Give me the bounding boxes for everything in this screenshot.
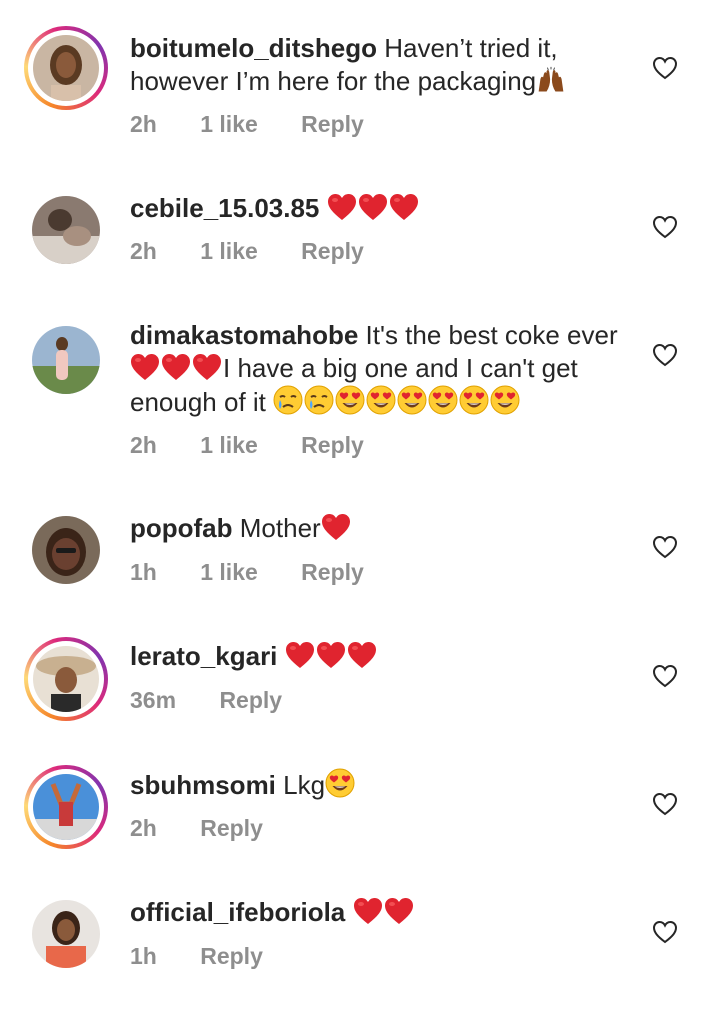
crying-face-emoji <box>304 385 334 415</box>
comment-time: 1h <box>130 943 157 969</box>
avatar-image <box>32 326 100 394</box>
avatar[interactable] <box>24 188 108 272</box>
avatar-image <box>32 516 100 584</box>
comment-time: 2h <box>130 111 157 137</box>
comment-time: 36m <box>130 687 177 713</box>
heart-eyes-emoji <box>428 385 458 415</box>
reply-button[interactable]: Reply <box>200 815 263 841</box>
avatar[interactable] <box>24 765 108 849</box>
comment-time: 2h <box>130 238 157 264</box>
comment-time: 1h <box>130 559 157 585</box>
comment-meta: 1h Reply <box>130 943 300 970</box>
heart-outline-icon[interactable] <box>652 343 678 367</box>
comment-username[interactable]: official_ifeboriola <box>130 897 345 927</box>
comment-meta: 2h 1 like Reply <box>130 111 401 138</box>
comment-username[interactable]: popofab <box>130 513 233 543</box>
red-heart-emoji <box>358 193 388 221</box>
heart-outline-icon[interactable] <box>652 56 678 80</box>
red-heart-emoji <box>192 353 222 381</box>
comment-likes[interactable]: 1 like <box>200 238 258 264</box>
red-heart-emoji <box>321 513 351 541</box>
comment-time: 2h <box>130 432 157 458</box>
heart-eyes-emoji <box>325 768 355 798</box>
heart-outline-icon[interactable] <box>652 664 678 688</box>
heart-outline-icon[interactable] <box>652 792 678 816</box>
avatar-image <box>33 774 99 840</box>
heart-eyes-emoji <box>366 385 396 415</box>
raising-hands-emoji <box>536 66 566 94</box>
heart-outline-icon[interactable] <box>652 535 678 559</box>
comment-likes[interactable]: 1 like <box>200 432 258 458</box>
comment-meta: 36m Reply <box>130 687 319 714</box>
heart-eyes-emoji <box>459 385 489 415</box>
comment-likes[interactable]: 1 like <box>200 111 258 137</box>
comment-text: Mother <box>239 513 321 543</box>
comment-username[interactable]: cebile_15.03.85 <box>130 193 319 223</box>
avatar-image <box>33 35 99 101</box>
avatar-image <box>32 196 100 264</box>
heart-outline-icon[interactable] <box>652 920 678 944</box>
heart-eyes-emoji <box>490 385 520 415</box>
comment-meta: 1h 1 like Reply <box>130 559 401 586</box>
red-heart-emoji <box>130 353 160 381</box>
red-heart-emoji <box>353 897 383 925</box>
red-heart-emoji <box>161 353 191 381</box>
comment-meta: 2h 1 like Reply <box>130 238 401 265</box>
reply-button[interactable]: Reply <box>200 943 263 969</box>
avatar[interactable] <box>24 637 108 721</box>
reply-button[interactable]: Reply <box>301 432 364 458</box>
avatar[interactable] <box>24 508 108 592</box>
heart-outline-icon[interactable] <box>652 215 678 239</box>
comment-username[interactable]: boitumelo_ditshego <box>130 33 377 63</box>
red-heart-emoji <box>327 193 357 221</box>
red-heart-emoji <box>389 193 419 221</box>
comment-text: It's the best coke ever <box>365 320 618 350</box>
avatar-image <box>33 646 99 712</box>
reply-button[interactable]: Reply <box>301 111 364 137</box>
avatar[interactable] <box>24 318 108 402</box>
crying-face-emoji <box>273 385 303 415</box>
comment-text: Lkg <box>283 770 326 800</box>
reply-button[interactable]: Reply <box>301 559 364 585</box>
reply-button[interactable]: Reply <box>219 687 282 713</box>
comment-username[interactable]: sbuhmsomi <box>130 770 276 800</box>
comment-meta: 2h 1 like Reply <box>130 432 401 459</box>
reply-button[interactable]: Reply <box>301 238 364 264</box>
comment-meta: 2h Reply <box>130 815 300 842</box>
comment-likes[interactable]: 1 like <box>200 559 258 585</box>
red-heart-emoji <box>316 641 346 669</box>
heart-eyes-emoji <box>335 385 365 415</box>
comment-username[interactable]: dimakastomahobe <box>130 320 358 350</box>
red-heart-emoji <box>347 641 377 669</box>
avatar[interactable] <box>24 892 108 976</box>
red-heart-emoji <box>285 641 315 669</box>
avatar[interactable] <box>24 26 108 110</box>
comment-username[interactable]: lerato_kgari <box>130 641 277 671</box>
heart-eyes-emoji <box>397 385 427 415</box>
comment-time: 2h <box>130 815 157 841</box>
avatar-image <box>32 900 100 968</box>
red-heart-emoji <box>384 897 414 925</box>
